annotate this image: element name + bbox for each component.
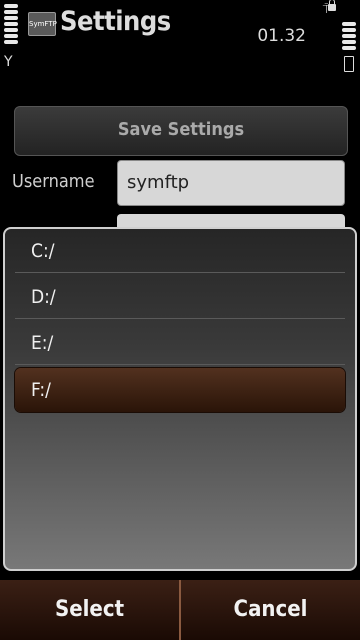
drive-selection-popup: C:/ D:/ E:/ F:/ [3,227,357,571]
battery-level-indicator [342,22,356,52]
drive-item-c[interactable]: C:/ [15,229,345,273]
username-label: Username [12,171,95,192]
drive-item-d[interactable]: D:/ [15,275,345,319]
select-button[interactable]: Select [0,580,179,640]
clock: 01.32 [257,26,306,46]
username-field[interactable]: symftp [117,160,345,206]
cancel-button[interactable]: Cancel [181,580,360,640]
save-settings-button[interactable]: Save Settings [14,106,348,156]
softkey-bar: Select Cancel [0,580,360,640]
drive-item-e[interactable]: E:/ [15,321,345,365]
drive-item-f[interactable]: F:/ [15,368,345,412]
battery-icon [344,56,354,72]
status-bar: SymFTP Settings ⍑ 01.32 Y [0,0,360,80]
lock-icon [328,0,336,11]
antenna-icon: Y [4,54,13,70]
signal-strength-indicator [4,4,18,46]
app-icon: SymFTP [28,12,57,36]
page-title: Settings [60,6,171,37]
